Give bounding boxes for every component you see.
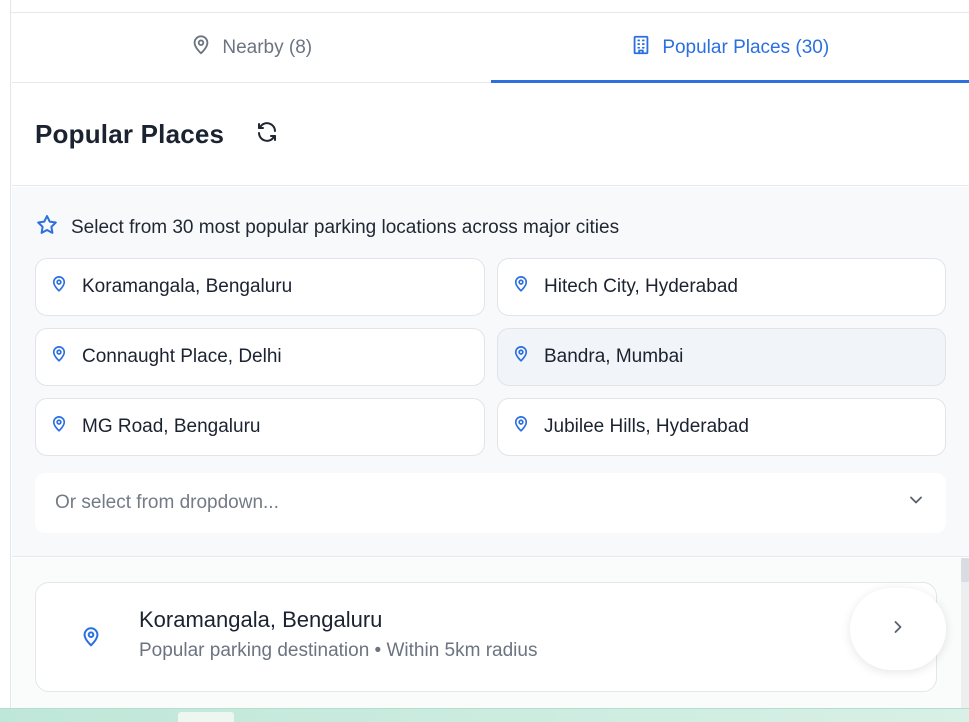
scrollbar-thumb[interactable]: [961, 558, 969, 582]
star-icon: [35, 213, 59, 243]
tab-nearby-label: Nearby (8): [222, 36, 313, 58]
page-title: Popular Places: [35, 119, 225, 149]
hint-text: Select from 30 most popular parking loca…: [71, 217, 620, 238]
map-pin-icon: [190, 34, 212, 62]
tab-nearby[interactable]: Nearby (8): [12, 13, 491, 82]
place-chip-label: MG Road, Bengaluru: [82, 416, 261, 437]
bottom-panel-edge: [0, 708, 969, 722]
chevron-down-icon: [906, 490, 926, 516]
chevron-right-icon: [888, 617, 908, 642]
map-pin-icon: [50, 274, 68, 300]
place-chip-koramangala[interactable]: Koramangala, Bengaluru: [35, 258, 485, 316]
result-card[interactable]: Koramangala, Bengaluru Popular parking d…: [35, 582, 937, 692]
map-pin-icon: [512, 414, 530, 440]
map-pin-icon: [50, 344, 68, 370]
result-title: Koramangala, Bengaluru: [139, 607, 383, 632]
section-header: Popular Places: [12, 84, 969, 186]
place-chip-bandra[interactable]: Bandra, Mumbai: [497, 328, 946, 386]
map-pin-icon: [80, 625, 102, 654]
place-chip-hitech-city[interactable]: Hitech City, Hyderabad: [497, 258, 946, 316]
place-chip-grid: Koramangala, Bengaluru Hitech City, Hyde…: [35, 258, 946, 456]
dropdown-placeholder: Or select from dropdown...: [55, 492, 279, 513]
place-chip-jubilee-hills[interactable]: Jubilee Hills, Hyderabad: [497, 398, 946, 456]
place-chip-label: Hitech City, Hyderabad: [544, 276, 738, 297]
map-pin-icon: [512, 344, 530, 370]
popular-places-panel: Select from 30 most popular parking loca…: [12, 187, 969, 557]
tab-popular-places-label: Popular Places (30): [662, 36, 830, 58]
left-rail: [0, 0, 11, 722]
place-chip-connaught-place[interactable]: Connaught Place, Delhi: [35, 328, 485, 386]
result-subtitle: Popular parking destination • Within 5km…: [139, 640, 538, 661]
scrollbar[interactable]: [961, 558, 969, 708]
place-dropdown[interactable]: Or select from dropdown...: [35, 473, 946, 533]
app-page: Nearby (8) Popular Places (30) Popular P…: [0, 0, 969, 722]
place-chip-label: Bandra, Mumbai: [544, 346, 684, 367]
tab-popular-places[interactable]: Popular Places (30): [490, 13, 969, 83]
map-pin-icon: [512, 274, 530, 300]
hint-row: Select from 30 most popular parking loca…: [35, 213, 619, 243]
place-chip-mg-road[interactable]: MG Road, Bengaluru: [35, 398, 485, 456]
bottom-panel-tab[interactable]: [178, 712, 234, 722]
place-chip-label: Jubilee Hills, Hyderabad: [544, 416, 749, 437]
refresh-button[interactable]: [254, 122, 280, 148]
place-chip-label: Koramangala, Bengaluru: [82, 276, 293, 297]
building-icon: [630, 34, 652, 62]
tab-bar: Nearby (8) Popular Places (30): [12, 13, 969, 83]
results-list: Koramangala, Bengaluru Popular parking d…: [12, 558, 969, 708]
result-open-button[interactable]: [850, 588, 946, 670]
place-chip-label: Connaught Place, Delhi: [82, 346, 282, 367]
refresh-icon: [255, 120, 279, 149]
map-pin-icon: [50, 414, 68, 440]
